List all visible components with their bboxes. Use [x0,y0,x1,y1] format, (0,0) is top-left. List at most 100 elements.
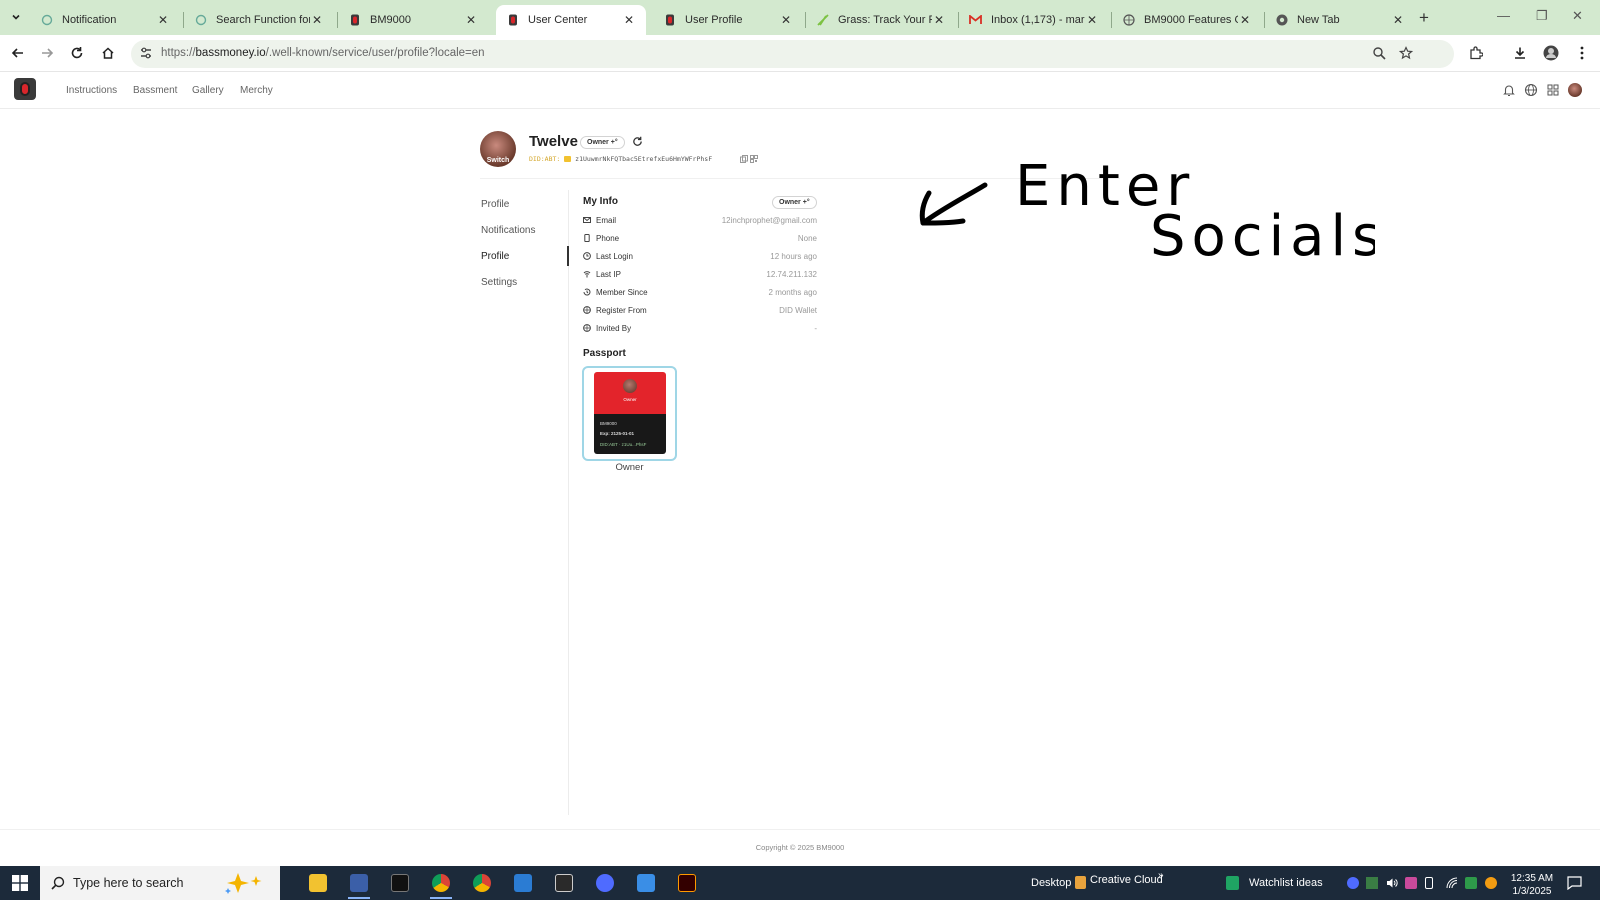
browser-tab-active[interactable]: User Center ✕ [496,5,646,35]
passport-card[interactable]: Owner BM9000 Exp: 2125-01-01 DID:ABT · z… [582,366,677,461]
file-explorer-icon[interactable] [306,871,330,895]
close-icon[interactable]: ✕ [1238,13,1252,27]
download-icon[interactable] [1510,43,1530,63]
passport-title: Passport [583,348,626,359]
restore-icon[interactable]: ❐ [1536,8,1548,24]
bell-icon[interactable] [1502,83,1516,97]
info-value: 12inchprophet@gmail.com [721,216,817,225]
pen-app-icon[interactable] [552,871,576,895]
language-globe-icon[interactable] [1524,83,1538,97]
copy-icon[interactable] [740,155,748,163]
handwritten-annotation: Enter Socials [919,155,1375,269]
address-bar[interactable]: https://bassmoney.io/.well-known/service… [131,40,1454,68]
passport-card-expiry: Exp: 2125-01-01 [600,431,635,436]
chevron-right-icon[interactable]: » [1158,870,1164,881]
chrome-icon [1275,14,1288,27]
chrome-icon[interactable] [470,871,494,895]
browser-tab[interactable]: Inbox (1,173) - mario ✕ [959,5,1109,35]
nav-link-gallery[interactable]: Gallery [192,85,224,96]
info-label: Register From [596,306,647,315]
nav-link-bassment[interactable]: Bassment [133,85,177,96]
tray-app-icon[interactable] [1405,877,1417,889]
browser-tab[interactable]: Grass: Track Your Rev ✕ [806,5,956,35]
close-icon[interactable]: ✕ [156,13,170,27]
tray-app-icon[interactable] [1347,877,1359,889]
close-icon[interactable]: ✕ [932,13,946,27]
url-domain: bassmoney.io [195,47,266,59]
menu-item-settings[interactable]: Settings [481,277,517,288]
nav-link-merchy[interactable]: Merchy [240,85,273,96]
notification-center-icon[interactable] [1567,876,1582,890]
close-icon[interactable]: ✕ [1085,13,1099,27]
url-prefix: https:// [161,47,196,59]
openai-icon [194,14,207,27]
qr-code-icon[interactable] [750,155,758,163]
speaker-icon[interactable] [1386,877,1398,889]
annotation-line-2: Socials [1150,204,1375,269]
passport-caption: Owner [615,462,644,473]
new-tab-plus-icon[interactable]: + [1419,8,1429,28]
nav-link-instructions[interactable]: Instructions [66,85,117,96]
reload-icon[interactable] [67,43,87,63]
bookmark-star-icon[interactable] [1399,46,1413,60]
active-menu-indicator [567,246,569,266]
pinned-app-icon[interactable] [347,871,371,895]
site-logo[interactable] [14,78,36,100]
browser-tab[interactable]: New Tab ✕ [1265,5,1415,35]
menu-item-notifications[interactable]: Notifications [481,225,535,236]
tab-label: User Center [528,14,588,26]
menu-item-profile[interactable]: Profile [481,199,509,210]
tab-label: Notification [62,14,117,26]
browser-tab[interactable]: Notification ✕ [30,5,180,35]
windows-start-icon[interactable] [12,875,28,891]
browser-profile-avatar[interactable] [1541,43,1561,63]
browser-tab[interactable]: BM9000 ✕ [338,5,488,35]
profile-avatar[interactable]: Switch [480,131,516,167]
info-label: Invited By [596,324,632,333]
back-arrow-icon[interactable] [8,43,28,63]
tab-search-button[interactable] [6,7,26,27]
chrome-icon[interactable] [429,871,453,895]
switch-label: Switch [486,157,510,164]
taskbar-search-box[interactable]: Type here to search [40,866,280,900]
user-avatar[interactable] [1568,83,1582,97]
terminal-icon[interactable] [388,871,412,895]
apps-grid-icon[interactable] [1546,83,1560,97]
kebab-menu-icon[interactable] [1572,43,1592,63]
system-clock[interactable]: 12:35 AM 1/3/2025 [1506,872,1558,898]
zoom-icon[interactable] [1372,46,1386,60]
close-icon[interactable]: ✕ [779,13,793,27]
menu-item-profile-active[interactable]: Profile [481,251,509,262]
passport-card-bottom: BM9000 Exp: 2125-01-01 DID:ABT · z1Uu...… [594,414,666,454]
watchlist-ideas-label[interactable]: Watchlist ideas [1249,877,1323,889]
close-icon[interactable]: ✕ [310,13,324,27]
creative-cloud-toolbar-label[interactable]: Creative Cloud [1090,874,1163,886]
photos-icon[interactable] [634,871,658,895]
browser-tab[interactable]: User Profile ✕ [653,5,803,35]
close-icon[interactable]: ✕ [1391,13,1405,27]
tray-app-icon[interactable] [1366,877,1378,889]
browser-tab[interactable]: Search Function for C ✕ [184,5,334,35]
wifi-icon[interactable] [1446,877,1458,889]
browser-tab[interactable]: BM9000 Features Ov ✕ [1112,5,1262,35]
close-icon[interactable]: ✕ [622,13,636,27]
adobe-illustrator-icon[interactable] [675,871,699,895]
desktop-toolbar-label[interactable]: Desktop [1031,877,1071,889]
close-icon[interactable]: ✕ [464,13,478,27]
url-path: /.well-known/service/user/profile?locale… [265,47,485,59]
forward-arrow-icon[interactable] [37,43,57,63]
refresh-icon[interactable] [632,136,643,147]
battery-icon[interactable] [1425,877,1433,889]
home-icon[interactable] [98,43,118,63]
minimize-icon[interactable]: — [1497,8,1510,23]
bm9000-icon [506,14,519,27]
tray-app-icon[interactable] [1485,877,1497,889]
grass-icon [816,14,829,27]
window-close-icon[interactable]: ✕ [1572,8,1583,24]
tray-app-icon[interactable] [1465,877,1477,889]
site-settings-icon[interactable] [139,46,153,60]
info-row-email: Email 12inchprophet@gmail.com [583,215,817,229]
word-icon[interactable] [511,871,535,895]
extensions-icon[interactable] [1466,43,1486,63]
circle-app-icon[interactable] [593,871,617,895]
